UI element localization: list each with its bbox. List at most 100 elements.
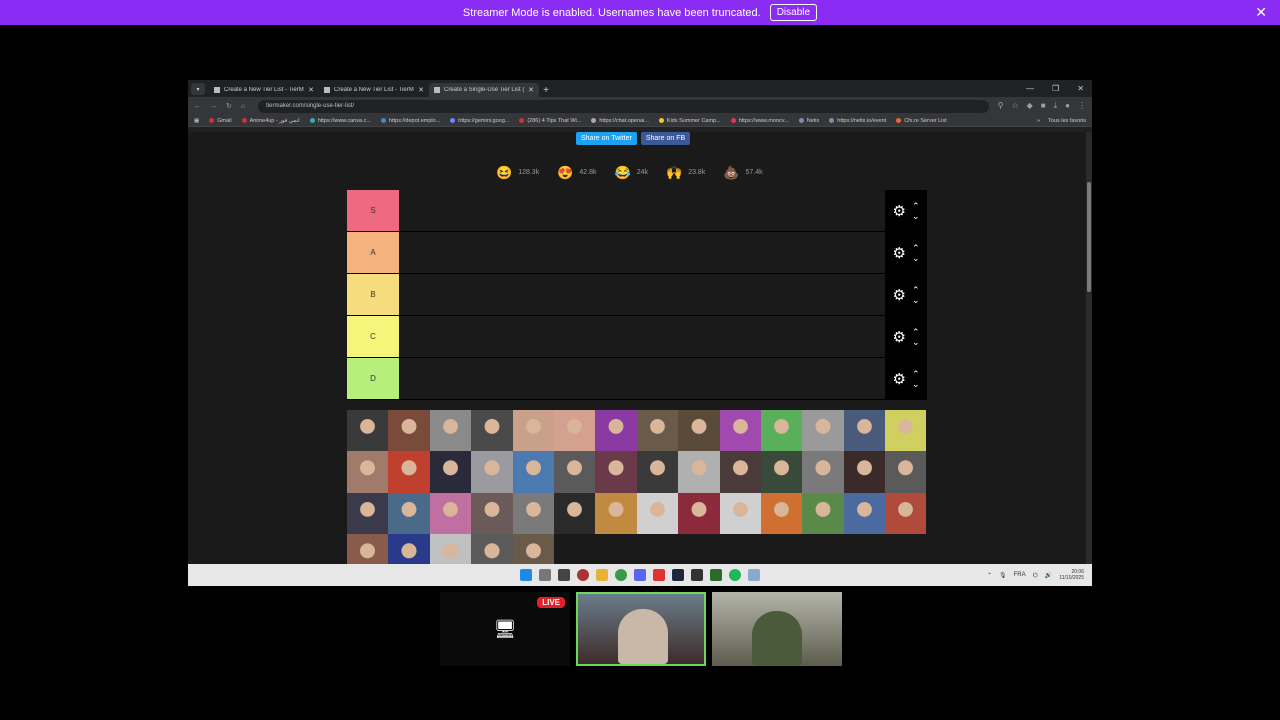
tier-item-image[interactable] [843,492,886,535]
forward-icon[interactable]: → [210,103,217,110]
url-field[interactable]: tiermaker.com/single-use-tier-list/ [258,99,989,113]
apps-icon[interactable]: ▦ [194,118,199,124]
bookmark-item[interactable]: https://gemini.goog... [450,118,509,124]
windows-start-icon[interactable] [520,569,532,581]
tier-item-image[interactable] [802,451,844,493]
tier-item-image[interactable] [347,410,389,452]
discord-icon[interactable] [634,569,646,581]
tier-drop-zone[interactable] [399,358,885,399]
reaction-laugh[interactable]: 😆 128.3k [496,166,539,179]
task-view-icon[interactable] [558,569,570,581]
bookmark-item[interactable]: Cfx.re Server List [896,118,947,124]
tier-item-image[interactable] [429,410,472,452]
move-down-icon[interactable]: ⌄ [912,379,920,389]
scrollbar[interactable] [1086,132,1092,564]
tier-item-image[interactable] [760,410,803,452]
bookmark-item[interactable]: Kids Summer Camp... [658,118,721,124]
tier-drop-zone[interactable] [399,316,885,357]
tier-item-image[interactable] [429,534,472,564]
tier-item-image[interactable] [636,451,679,493]
maximize-icon[interactable]: ❐ [1052,84,1059,93]
screen-share-tile[interactable]: 🖥 LIVE [440,592,570,666]
volume-icon[interactable]: 🔊 [1045,572,1052,579]
tier-item-image[interactable] [885,451,927,493]
extension-icon[interactable]: ■ [1041,101,1046,111]
bookmark-item[interactable]: https://depot.emplo... [380,118,440,124]
gear-icon[interactable]: ⚙ [893,244,906,262]
move-down-icon[interactable]: ⌄ [912,211,920,221]
guest-webcam-tile[interactable] [712,592,842,666]
search-icon[interactable] [539,569,551,581]
tier-item-image[interactable] [885,410,927,452]
tier-item-image[interactable] [636,410,679,452]
tier-item-image[interactable] [719,451,761,493]
reaction-hands[interactable]: 🙌 23.8k [666,166,705,179]
tier-label[interactable]: S [347,190,399,231]
tab-1[interactable]: Create a New Tier List - TierMa ✕ [209,83,319,97]
share-twitter-button[interactable]: Share on Twitter [576,132,637,145]
app-icon[interactable] [710,569,722,581]
new-tab-button[interactable]: + [539,85,553,96]
tier-item-image[interactable] [471,534,513,564]
app-icon[interactable] [577,569,589,581]
gear-icon[interactable]: ⚙ [893,202,906,220]
tier-item-image[interactable] [595,451,637,493]
bookmark-item[interactable]: https://www.moncv... [730,118,789,124]
move-up-icon[interactable]: ⌃ [912,201,920,211]
tier-item-image[interactable] [553,492,596,535]
tier-label[interactable]: D [347,358,399,399]
tier-item-image[interactable] [388,410,430,452]
tier-item-image[interactable] [471,492,513,535]
network-icon[interactable]: ⌬ [1033,572,1038,579]
move-up-icon[interactable]: ⌃ [912,285,920,295]
tier-item-image[interactable] [678,451,720,493]
profile-icon[interactable]: ● [1065,101,1070,111]
close-tab-icon[interactable]: ✕ [418,86,424,94]
chrome-icon[interactable] [615,569,627,581]
tier-item-image[interactable] [471,410,513,452]
reaction-joy[interactable]: 😂 24k [615,166,648,179]
chevron-up-icon[interactable]: ⌃ [987,572,992,579]
tier-item-image[interactable] [636,492,679,535]
gear-icon[interactable]: ⚙ [893,286,906,304]
steam-icon[interactable] [672,569,684,581]
home-icon[interactable]: ⌂ [241,103,245,110]
tier-item-image[interactable] [512,492,554,535]
tier-item-image[interactable] [347,451,389,493]
tier-label[interactable]: B [347,274,399,315]
app-icon[interactable] [653,569,665,581]
disable-button[interactable]: Disable [769,4,818,21]
minimize-icon[interactable]: — [1026,84,1034,93]
tier-item-image[interactable] [388,534,430,564]
tier-item-image[interactable] [553,410,596,452]
tier-item-image[interactable] [843,451,886,493]
tier-item-image[interactable] [885,492,927,535]
tier-item-image[interactable] [429,451,472,493]
tier-item-image[interactable] [802,492,844,535]
window-close-icon[interactable]: ✕ [1077,84,1084,93]
tier-drop-zone[interactable] [399,274,885,315]
move-down-icon[interactable]: ⌄ [912,295,920,305]
tier-item-image[interactable] [678,492,720,535]
tier-item-image[interactable] [388,492,430,535]
bookmark-star-icon[interactable]: ☆ [1011,101,1018,111]
back-icon[interactable]: ← [194,103,201,110]
tier-drop-zone[interactable] [399,190,885,231]
tier-item-image[interactable] [347,492,389,535]
more-bookmarks-icon[interactable]: » [1037,118,1040,124]
tier-item-image[interactable] [719,492,761,535]
tier-item-image[interactable] [388,451,430,493]
extension-icon[interactable]: ◆ [1027,101,1033,111]
move-up-icon[interactable]: ⌃ [912,243,920,253]
move-up-icon[interactable]: ⌃ [912,327,920,337]
close-icon[interactable]: ✕ [1255,4,1267,21]
tier-item-image[interactable] [678,410,720,452]
tier-item-image[interactable] [553,451,596,493]
tab-3-active[interactable]: Create a Single-Use Tier List (T ✕ [429,83,539,97]
move-down-icon[interactable]: ⌄ [912,337,920,347]
tier-item-image[interactable] [719,410,761,452]
tier-item-image[interactable] [843,410,886,452]
gear-icon[interactable]: ⚙ [893,328,906,346]
tier-item-image[interactable] [347,534,389,564]
tier-drop-zone[interactable] [399,232,885,273]
